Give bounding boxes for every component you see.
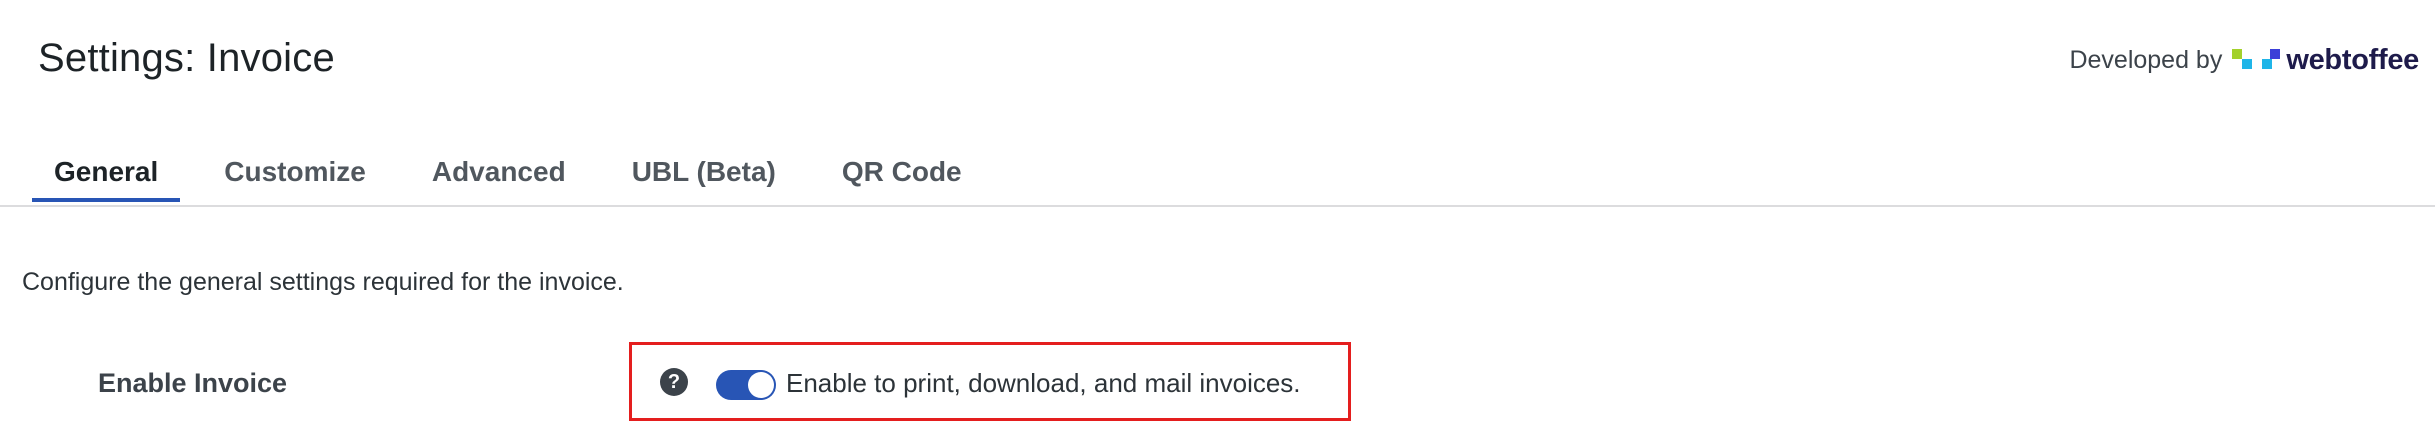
tabs-divider (0, 205, 2435, 207)
tab-qr-code[interactable]: QR Code (820, 146, 984, 202)
enable-invoice-toggle[interactable] (716, 370, 776, 400)
page-title: Settings: Invoice (38, 36, 335, 80)
question-circle-icon[interactable]: ? (660, 368, 688, 396)
tab-customize[interactable]: Customize (202, 146, 388, 202)
developed-by-text: Developed by (2069, 46, 2223, 74)
section-description: Configure the general settings required … (22, 268, 624, 296)
tab-ubl-beta[interactable]: UBL (Beta) (610, 146, 798, 202)
webtoffee-logo[interactable]: webtoffee (2232, 44, 2419, 77)
help-glyph: ? (667, 370, 681, 393)
enable-invoice-toggle-label: Enable to print, download, and mail invo… (786, 368, 1301, 398)
brand-name: webtoffee (2286, 44, 2419, 76)
toggle-knob (748, 372, 774, 398)
tab-general[interactable]: General (32, 146, 181, 202)
tab-advanced[interactable]: Advanced (410, 146, 588, 202)
webtoffee-logo-icon (2232, 48, 2281, 69)
settings-page: Settings: Invoice Developed by webtoffee… (0, 0, 2435, 431)
settings-tabs: General Customize Advanced UBL (Beta) QR… (32, 146, 1006, 206)
developed-by: Developed by webtoffee (2069, 44, 2419, 77)
enable-invoice-label: Enable Invoice (98, 368, 288, 398)
